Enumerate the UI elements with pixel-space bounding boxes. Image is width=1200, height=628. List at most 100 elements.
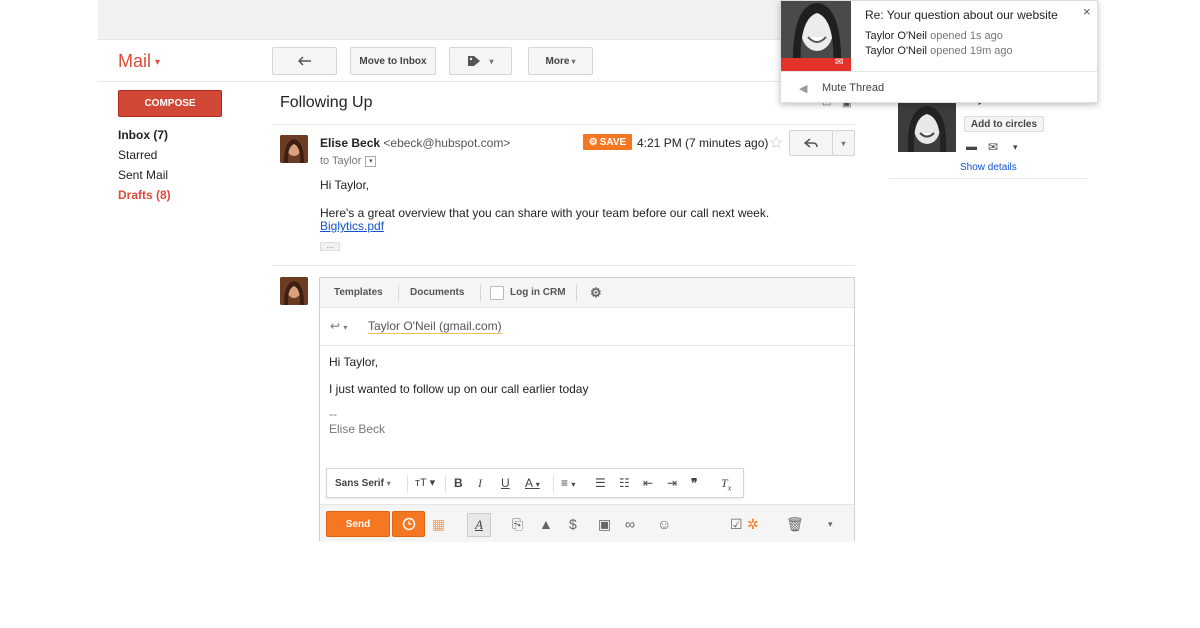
add-to-circles-button[interactable]: Add to circles [964, 116, 1044, 132]
caret-down-icon: ▾ [489, 56, 494, 66]
star-icon[interactable]: ☆ [769, 133, 783, 153]
hubspot-sprocket-icon[interactable]: ✲ [747, 516, 759, 533]
archive-icon[interactable]: ▬ [966, 141, 977, 153]
to-text: to Taylor [320, 155, 362, 167]
send-button[interactable]: Send [326, 511, 390, 537]
recipient-line: to Taylor ▾ [320, 155, 377, 167]
mute-thread-button[interactable]: Mute Thread [822, 82, 884, 94]
reply-button[interactable] [789, 130, 833, 156]
remove-formatting-icon[interactable]: Tx [721, 476, 731, 492]
more-label: More [545, 55, 570, 67]
format-separator [553, 475, 554, 493]
hubspot-sprocket-icon: ⚙ [588, 136, 598, 148]
tracking-checkbox-icon[interactable]: ☑ [730, 516, 743, 533]
caret-down-icon: ▾ [155, 56, 161, 68]
mail-menu[interactable]: Mail ▾ [118, 51, 160, 72]
compose-line-greeting[interactable]: Hi Taylor, [329, 355, 378, 369]
message-body: Here's a great overview that you can sha… [320, 206, 770, 220]
sidebar-item-drafts[interactable]: Drafts (8) [118, 188, 171, 202]
more-button[interactable]: More ▾ [528, 47, 593, 75]
compose-actions: Send ▦ A ⎘ ▲ $ ▣ ∞ ☺ ☑ ✲ 🗑 ▾ [320, 504, 854, 542]
sidebar-item-starred[interactable]: Starred [118, 148, 157, 162]
hubspot-toolbar: Templates Documents Log in CRM ⚙ [320, 278, 854, 308]
message-time: 4:21 PM (7 minutes ago) [637, 136, 769, 150]
log-in-crm-label[interactable]: Log in CRM [510, 287, 566, 298]
more-options-icon[interactable]: ▾ [828, 519, 833, 530]
thread-subject: Following Up [280, 94, 373, 111]
schedule-send-button[interactable] [392, 511, 425, 537]
subject-divider [272, 124, 855, 125]
numbered-list-icon[interactable]: ☰ [595, 476, 606, 490]
font-size-icon[interactable]: тT ▾ [415, 476, 435, 489]
compose-line-body[interactable]: I just wanted to follow up on our call e… [329, 382, 588, 396]
sender-email: <ebeck@hubspot.com> [383, 136, 511, 150]
reply-type-dropdown[interactable]: ↩ ▾ [330, 319, 347, 333]
close-icon[interactable]: × [1083, 4, 1091, 19]
tracking-notification: ✉ Re: Your question about our website × … [780, 0, 1098, 103]
text-color-icon[interactable]: A ▾ [525, 476, 540, 490]
caret-down-icon: ▾ [535, 480, 540, 489]
photo-icon[interactable]: ▣ [598, 516, 611, 533]
align-icon[interactable]: ≡ ▾ [561, 476, 575, 490]
italic-icon[interactable]: I [478, 476, 482, 491]
caret-down-icon[interactable]: ▾ [1013, 142, 1018, 153]
emoji-icon[interactable]: ☺ [657, 516, 671, 532]
toolbar-separator [398, 285, 399, 301]
font-family-select[interactable]: Sans Serif ▾ [335, 478, 391, 489]
trash-icon[interactable]: 🗑 [786, 516, 804, 533]
formatting-options-icon[interactable]: A [467, 513, 491, 537]
attach-icon[interactable]: ⎘ [512, 516, 523, 533]
sidebar-item-inbox[interactable]: Inbox (7) [118, 128, 168, 142]
hubspot-save-badge[interactable]: ⚙ SAVE [583, 134, 632, 150]
quote-icon[interactable]: ❞ [691, 476, 697, 490]
contact-divider [889, 178, 1087, 179]
sender-avatar [280, 135, 308, 163]
caret-down-icon: ▾ [571, 56, 576, 66]
money-icon[interactable]: $ [569, 516, 577, 532]
sidebar-item-sent[interactable]: Sent Mail [118, 168, 168, 182]
notification-open-line: Taylor O'Neil opened 19m ago [865, 45, 1013, 57]
reply-compose-box: Templates Documents Log in CRM ⚙ ↩ ▾ Tay… [319, 277, 855, 542]
templates-tab[interactable]: Templates [334, 287, 383, 298]
compose-button[interactable]: COMPOSE [118, 90, 222, 117]
format-separator [445, 475, 446, 493]
link-icon[interactable]: ∞ [625, 516, 635, 532]
toolbar-divider [98, 81, 855, 82]
opener-name: Taylor O'Neil [865, 45, 928, 57]
opener-name: Taylor O'Neil [865, 30, 928, 42]
details-dropdown-icon[interactable]: ▾ [365, 155, 377, 167]
indent-less-icon[interactable]: ⇤ [643, 476, 653, 490]
underline-icon[interactable]: U [501, 476, 510, 490]
save-label: SAVE [599, 136, 627, 148]
drive-icon[interactable]: ▲ [539, 516, 553, 532]
message-more-button[interactable]: ▾ [832, 130, 855, 156]
email-icon[interactable]: ✉ [988, 140, 998, 154]
move-to-inbox-button[interactable]: Move to Inbox [350, 47, 436, 75]
reply-avatar [280, 277, 308, 305]
back-button[interactable] [272, 47, 337, 75]
notification-title[interactable]: Re: Your question about our website [865, 8, 1058, 22]
font-family-label: Sans Serif [335, 478, 384, 489]
envelope-icon: ✉ [835, 57, 844, 68]
labels-button[interactable]: ▾ [449, 47, 512, 75]
contact-photo [898, 102, 956, 152]
bulleted-list-icon[interactable]: ☷ [619, 476, 630, 490]
speaker-icon: ◀ [799, 83, 808, 95]
calendar-icon[interactable]: ▦ [432, 516, 445, 533]
recipient-field[interactable]: Taylor O'Neil (gmail.com) [368, 319, 502, 334]
indent-more-icon[interactable]: ⇥ [667, 476, 677, 490]
format-separator [407, 475, 408, 493]
sender-line: Elise Beck <ebeck@hubspot.com> [320, 136, 510, 150]
attachment-link[interactable]: Biglytics.pdf [320, 219, 384, 233]
gear-icon[interactable]: ⚙ [590, 285, 602, 301]
mail-label-text: Mail [118, 51, 152, 71]
show-trimmed-button[interactable]: ... [320, 242, 340, 251]
bold-icon[interactable]: B [454, 476, 463, 490]
message-divider [272, 265, 855, 266]
toolbar-separator [576, 285, 577, 301]
reply-arrow-icon [297, 56, 311, 66]
log-in-crm-checkbox[interactable] [490, 286, 504, 300]
show-details-link[interactable]: Show details [960, 162, 1017, 173]
documents-tab[interactable]: Documents [410, 287, 464, 298]
formatting-toolbar: Sans Serif ▾ тT ▾ B I U A ▾ ≡ ▾ ☰ ☷ ⇤ ⇥ … [326, 468, 744, 498]
